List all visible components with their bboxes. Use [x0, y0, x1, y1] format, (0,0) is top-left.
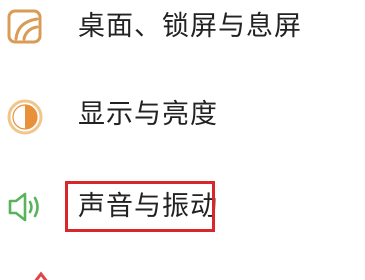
speaker-icon: [4, 186, 46, 228]
next-item-icon: [30, 270, 52, 280]
settings-item-label: 显示与亮度: [78, 99, 218, 130]
wallpaper-icon: [4, 6, 46, 48]
brightness-icon: [4, 96, 46, 138]
settings-item-label: 桌面、锁屏与息屏: [78, 11, 302, 42]
settings-item-display-brightness[interactable]: 显示与亮度: [0, 82, 365, 152]
highlight-box: [65, 181, 215, 232]
settings-item-desktop-lockscreen[interactable]: 桌面、锁屏与息屏: [0, 0, 365, 70]
settings-screen: 桌面、锁屏与息屏 显示与亮度 声音与振动: [0, 0, 365, 280]
